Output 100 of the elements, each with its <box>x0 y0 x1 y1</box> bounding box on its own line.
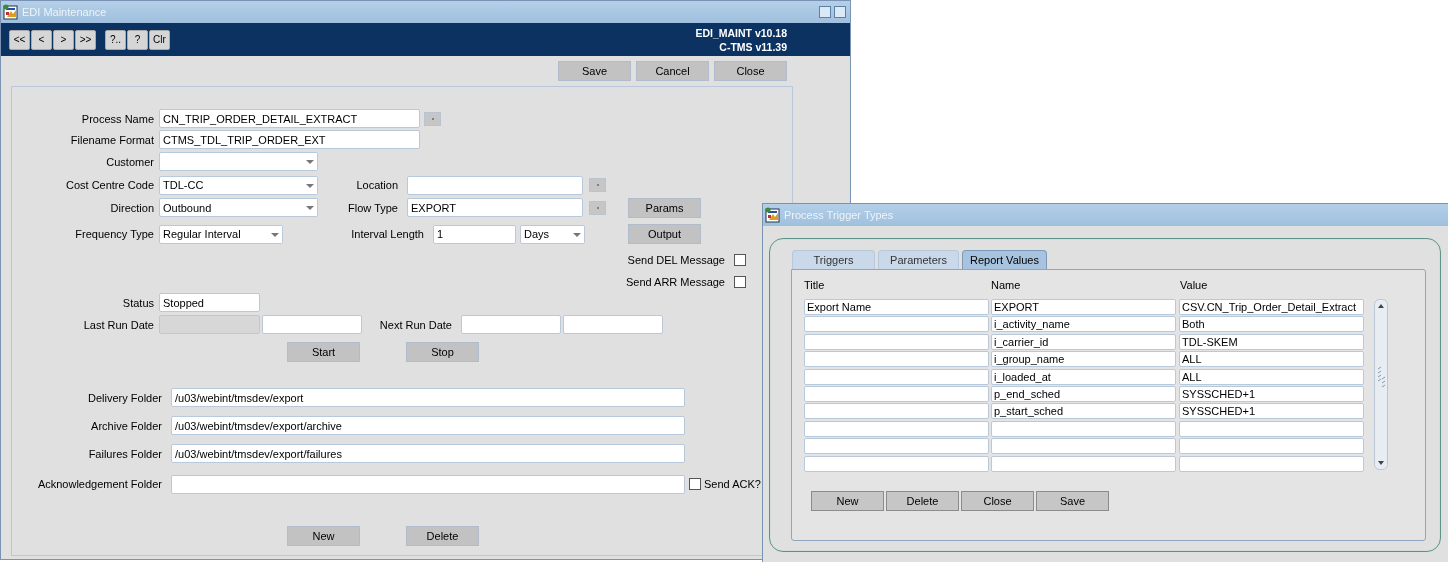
table-cell[interactable] <box>804 455 989 472</box>
dropdown-field[interactable] <box>159 152 318 171</box>
dialog-button[interactable]: Close <box>961 490 1034 511</box>
action-button[interactable]: Cancel <box>636 61 709 81</box>
scrollbar[interactable] <box>1374 299 1388 470</box>
table-cell[interactable]: TDL-SKEM <box>1179 333 1364 350</box>
toolbar-button[interactable]: Clr <box>149 29 170 50</box>
table-cell[interactable] <box>991 455 1176 472</box>
table-cell[interactable] <box>1179 455 1364 472</box>
table-cell[interactable] <box>804 351 989 368</box>
table-cell[interactable] <box>991 438 1176 455</box>
dropdown-field[interactable]: Days <box>520 224 585 244</box>
table-cell[interactable]: i_carrier_id <box>991 333 1176 350</box>
input-field[interactable]: CTMS_TDL_TRIP_ORDER_EXT <box>159 130 420 149</box>
action-button[interactable]: Save <box>558 61 631 81</box>
toolbar-button[interactable]: > <box>53 29 74 50</box>
field-label: Customer <box>105 155 154 168</box>
field-label: Direction <box>109 201 154 214</box>
table-cell[interactable]: i_group_name <box>991 351 1176 368</box>
input-field[interactable] <box>461 315 561 334</box>
column-header: Title <box>804 279 826 291</box>
checkbox[interactable] <box>689 478 701 490</box>
table-cell[interactable] <box>991 420 1176 437</box>
field-label: Send DEL Message <box>626 254 725 266</box>
form-button[interactable]: New <box>287 525 360 546</box>
input-field[interactable]: EXPORT <box>407 198 583 217</box>
dialog-button[interactable]: Delete <box>886 490 959 511</box>
table-cell[interactable] <box>804 403 989 420</box>
lov-button[interactable] <box>589 178 606 192</box>
table-cell[interactable]: CSV.CN_Trip_Order_Detail_Extract <box>1179 299 1364 315</box>
params-button[interactable]: Params <box>628 197 701 218</box>
toolbar-button[interactable]: >> <box>75 29 96 50</box>
table-cell[interactable]: EXPORT <box>991 299 1176 315</box>
tab[interactable]: Parameters <box>878 250 959 269</box>
caret-icon <box>303 153 317 170</box>
column-header: Name <box>991 279 1022 291</box>
table-cell[interactable]: SYSSCHED+1 <box>1179 385 1364 402</box>
checkbox-label: Send ACK? <box>704 478 761 490</box>
window-title: EDI Maintenance <box>22 6 108 18</box>
maximize-icon[interactable] <box>834 6 846 18</box>
action-button[interactable]: Close <box>714 61 787 81</box>
dialog-button[interactable]: Save <box>1036 490 1109 511</box>
field-label: Process Name <box>80 112 154 125</box>
table-cell[interactable]: SYSSCHED+1 <box>1179 403 1364 420</box>
tab[interactable]: Report Values <box>962 250 1047 269</box>
table-cell[interactable] <box>1179 420 1364 437</box>
checkbox[interactable] <box>734 276 746 288</box>
field-label: Last Run Date <box>82 318 154 331</box>
field-label: Frequency Type <box>74 228 154 240</box>
table-cell[interactable]: p_start_sched <box>991 403 1176 420</box>
toolbar-button[interactable]: << <box>9 29 30 50</box>
toolbar-button[interactable]: ? <box>127 29 148 50</box>
table-cell[interactable] <box>1179 438 1364 455</box>
form-button[interactable]: Delete <box>406 525 479 546</box>
table-cell[interactable] <box>804 385 989 402</box>
input-field[interactable]: /u03/webint/tmsdev/export/failures <box>171 444 685 463</box>
table-cell[interactable] <box>804 420 989 437</box>
toolbar-button[interactable]: < <box>31 29 52 50</box>
input-field[interactable] <box>563 315 663 334</box>
field-label: Interval Length <box>350 228 424 240</box>
field-label: Flow Type <box>347 201 398 214</box>
field-label: Failures Folder <box>87 447 162 460</box>
run-button[interactable]: Stop <box>406 341 479 362</box>
table-cell[interactable]: ALL <box>1179 368 1364 385</box>
dropdown-field[interactable]: Outbound <box>159 198 318 217</box>
table-cell[interactable]: i_loaded_at <box>991 368 1176 385</box>
lov-button[interactable] <box>424 111 441 126</box>
input-field[interactable] <box>262 315 362 334</box>
dropdown-field[interactable]: Regular Interval <box>159 224 283 244</box>
tab[interactable]: Triggers <box>792 250 875 269</box>
version-text: EDI_MAINT v10.18 <box>695 26 787 39</box>
column-header: Value <box>1180 279 1208 291</box>
toolbar-button[interactable]: ?.. <box>105 29 126 50</box>
input-field[interactable]: Stopped <box>159 293 260 312</box>
table-cell[interactable]: i_activity_name <box>991 316 1176 333</box>
run-button[interactable]: Start <box>287 341 360 362</box>
table-cell[interactable]: p_end_sched <box>991 385 1176 402</box>
field-label: Delivery Folder <box>87 391 162 404</box>
input-field[interactable]: /u03/webint/tmsdev/export/archive <box>171 416 685 435</box>
checkbox[interactable] <box>734 254 746 266</box>
table-cell[interactable]: ALL <box>1179 351 1364 368</box>
output-button[interactable]: Output <box>628 224 701 244</box>
window-title: Process Trigger Types <box>784 209 895 221</box>
table-cell[interactable]: Both <box>1179 316 1364 333</box>
table-cell[interactable] <box>804 316 989 333</box>
dialog-button[interactable]: New <box>811 490 884 511</box>
input-field[interactable] <box>407 175 583 195</box>
input-field[interactable] <box>171 474 685 494</box>
table-cell[interactable] <box>804 333 989 350</box>
field-label: Next Run Date <box>378 318 452 331</box>
field-label: Acknowledgement Folder <box>36 478 162 490</box>
lov-button[interactable] <box>589 200 606 215</box>
table-cell[interactable] <box>804 368 989 385</box>
minimize-icon[interactable] <box>819 6 831 18</box>
table-cell[interactable] <box>804 438 989 455</box>
table-cell[interactable]: Export Name <box>804 299 989 315</box>
input-field[interactable]: CN_TRIP_ORDER_DETAIL_EXTRACT <box>159 109 420 128</box>
input-field[interactable]: 1 <box>433 224 516 244</box>
input-field[interactable]: /u03/webint/tmsdev/export <box>171 388 685 407</box>
dropdown-field[interactable]: TDL-CC <box>159 175 318 195</box>
